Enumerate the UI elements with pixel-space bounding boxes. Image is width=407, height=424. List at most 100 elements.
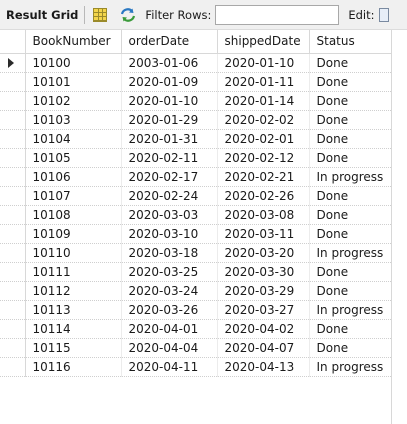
cell-orderdate[interactable]: 2020-04-11 <box>121 357 218 377</box>
row-selector[interactable] <box>0 357 26 377</box>
table-row[interactable]: 10102 2020-01-10 2020-01-14 Done <box>0 91 392 111</box>
cell-status[interactable]: Done <box>309 262 392 282</box>
column-header-orderdate[interactable]: orderDate <box>121 30 218 54</box>
row-selector[interactable] <box>0 72 26 92</box>
row-selector[interactable] <box>0 91 26 111</box>
row-selector[interactable] <box>0 224 26 244</box>
cell-booknumber[interactable]: 10110 <box>25 243 122 263</box>
edit-icon[interactable] <box>378 7 389 22</box>
cell-orderdate[interactable]: 2020-03-24 <box>121 281 218 301</box>
row-selector[interactable] <box>0 262 26 282</box>
cell-shippeddate[interactable]: 2020-03-11 <box>217 224 310 244</box>
cell-booknumber[interactable]: 10103 <box>25 110 122 130</box>
table-row[interactable]: 10106 2020-02-17 2020-02-21 In progress <box>0 167 392 187</box>
cell-booknumber[interactable]: 10107 <box>25 186 122 206</box>
row-selector[interactable] <box>0 53 26 73</box>
table-row[interactable]: 10114 2020-04-01 2020-04-02 Done <box>0 319 392 339</box>
cell-shippeddate[interactable]: 2020-02-02 <box>217 110 310 130</box>
cell-booknumber[interactable]: 10109 <box>25 224 122 244</box>
table-row[interactable]: 10104 2020-01-31 2020-02-01 Done <box>0 129 392 149</box>
grid-view-icon[interactable] <box>93 7 108 22</box>
cell-shippeddate[interactable]: 2020-01-11 <box>217 72 310 92</box>
cell-shippeddate[interactable]: 2020-03-27 <box>217 300 310 320</box>
row-selector[interactable] <box>0 186 26 206</box>
cell-booknumber[interactable]: 10115 <box>25 338 122 358</box>
cell-orderdate[interactable]: 2020-03-10 <box>121 224 218 244</box>
column-header-booknumber[interactable]: BookNumber <box>25 30 122 54</box>
cell-booknumber[interactable]: 10111 <box>25 262 122 282</box>
filter-rows-input[interactable] <box>215 4 340 25</box>
row-selector[interactable] <box>0 300 26 320</box>
cell-booknumber[interactable]: 10113 <box>25 300 122 320</box>
cell-orderdate[interactable]: 2020-03-18 <box>121 243 218 263</box>
cell-shippeddate[interactable]: 2020-03-30 <box>217 262 310 282</box>
cell-booknumber[interactable]: 10106 <box>25 167 122 187</box>
table-row[interactable]: 10111 2020-03-25 2020-03-30 Done <box>0 262 392 282</box>
cell-status[interactable]: Done <box>309 91 392 111</box>
cell-orderdate[interactable]: 2020-01-09 <box>121 72 218 92</box>
cell-orderdate[interactable]: 2020-01-10 <box>121 91 218 111</box>
cell-orderdate[interactable]: 2020-01-29 <box>121 110 218 130</box>
cell-booknumber[interactable]: 10114 <box>25 319 122 339</box>
cell-status[interactable]: Done <box>309 53 392 73</box>
cell-shippeddate[interactable]: 2020-02-26 <box>217 186 310 206</box>
cell-status[interactable]: Done <box>309 319 392 339</box>
column-header-shippeddate[interactable]: shippedDate <box>217 30 310 54</box>
table-row[interactable]: 10109 2020-03-10 2020-03-11 Done <box>0 224 392 244</box>
cell-orderdate[interactable]: 2020-03-25 <box>121 262 218 282</box>
cell-shippeddate[interactable]: 2020-02-12 <box>217 148 310 168</box>
cell-booknumber[interactable]: 10101 <box>25 72 122 92</box>
cell-orderdate[interactable]: 2020-02-17 <box>121 167 218 187</box>
cell-status[interactable]: In progress <box>309 167 392 187</box>
cell-status[interactable]: Done <box>309 338 392 358</box>
cell-status[interactable]: Done <box>309 110 392 130</box>
row-selector[interactable] <box>0 110 26 130</box>
cell-orderdate[interactable]: 2020-01-31 <box>121 129 218 149</box>
cell-orderdate[interactable]: 2003-01-06 <box>121 53 218 73</box>
cell-status[interactable]: Done <box>309 205 392 225</box>
cell-booknumber[interactable]: 10116 <box>25 357 122 377</box>
cell-status[interactable]: In progress <box>309 243 392 263</box>
table-row[interactable]: 10100 2003-01-06 2020-01-10 Done <box>0 53 392 73</box>
cell-status[interactable]: Done <box>309 148 392 168</box>
table-row[interactable]: 10110 2020-03-18 2020-03-20 In progress <box>0 243 392 263</box>
table-row[interactable]: 10116 2020-04-11 2020-04-13 In progress <box>0 357 392 377</box>
table-row[interactable]: 10103 2020-01-29 2020-02-02 Done <box>0 110 392 130</box>
row-selector[interactable] <box>0 167 26 187</box>
cell-shippeddate[interactable]: 2020-04-02 <box>217 319 310 339</box>
cell-booknumber[interactable]: 10108 <box>25 205 122 225</box>
cell-orderdate[interactable]: 2020-04-01 <box>121 319 218 339</box>
cell-status[interactable]: Done <box>309 72 392 92</box>
cell-status[interactable]: Done <box>309 224 392 244</box>
table-row[interactable]: 10105 2020-02-11 2020-02-12 Done <box>0 148 392 168</box>
cell-orderdate[interactable]: 2020-04-04 <box>121 338 218 358</box>
row-selector[interactable] <box>0 281 26 301</box>
row-selector[interactable] <box>0 129 26 149</box>
cell-shippeddate[interactable]: 2020-03-08 <box>217 205 310 225</box>
cell-orderdate[interactable]: 2020-03-26 <box>121 300 218 320</box>
cell-shippeddate[interactable]: 2020-04-13 <box>217 357 310 377</box>
cell-booknumber[interactable]: 10102 <box>25 91 122 111</box>
cell-shippeddate[interactable]: 2020-02-01 <box>217 129 310 149</box>
table-row[interactable]: 10115 2020-04-04 2020-04-07 Done <box>0 338 392 358</box>
row-selector[interactable] <box>0 319 26 339</box>
cell-shippeddate[interactable]: 2020-03-20 <box>217 243 310 263</box>
table-row[interactable]: 10101 2020-01-09 2020-01-11 Done <box>0 72 392 92</box>
cell-shippeddate[interactable]: 2020-01-14 <box>217 91 310 111</box>
cell-orderdate[interactable]: 2020-02-11 <box>121 148 218 168</box>
cell-status[interactable]: Done <box>309 129 392 149</box>
cell-shippeddate[interactable]: 2020-01-10 <box>217 53 310 73</box>
cell-status[interactable]: In progress <box>309 357 392 377</box>
column-header-status[interactable]: Status <box>309 30 392 54</box>
cell-status[interactable]: Done <box>309 281 392 301</box>
cell-shippeddate[interactable]: 2020-02-21 <box>217 167 310 187</box>
cell-booknumber[interactable]: 10104 <box>25 129 122 149</box>
filter-rows-icon[interactable] <box>119 7 137 23</box>
cell-booknumber[interactable]: 10105 <box>25 148 122 168</box>
table-row[interactable]: 10107 2020-02-24 2020-02-26 Done <box>0 186 392 206</box>
cell-status[interactable]: Done <box>309 186 392 206</box>
row-selector[interactable] <box>0 243 26 263</box>
table-row[interactable]: 10112 2020-03-24 2020-03-29 Done <box>0 281 392 301</box>
cell-shippeddate[interactable]: 2020-04-07 <box>217 338 310 358</box>
cell-orderdate[interactable]: 2020-03-03 <box>121 205 218 225</box>
